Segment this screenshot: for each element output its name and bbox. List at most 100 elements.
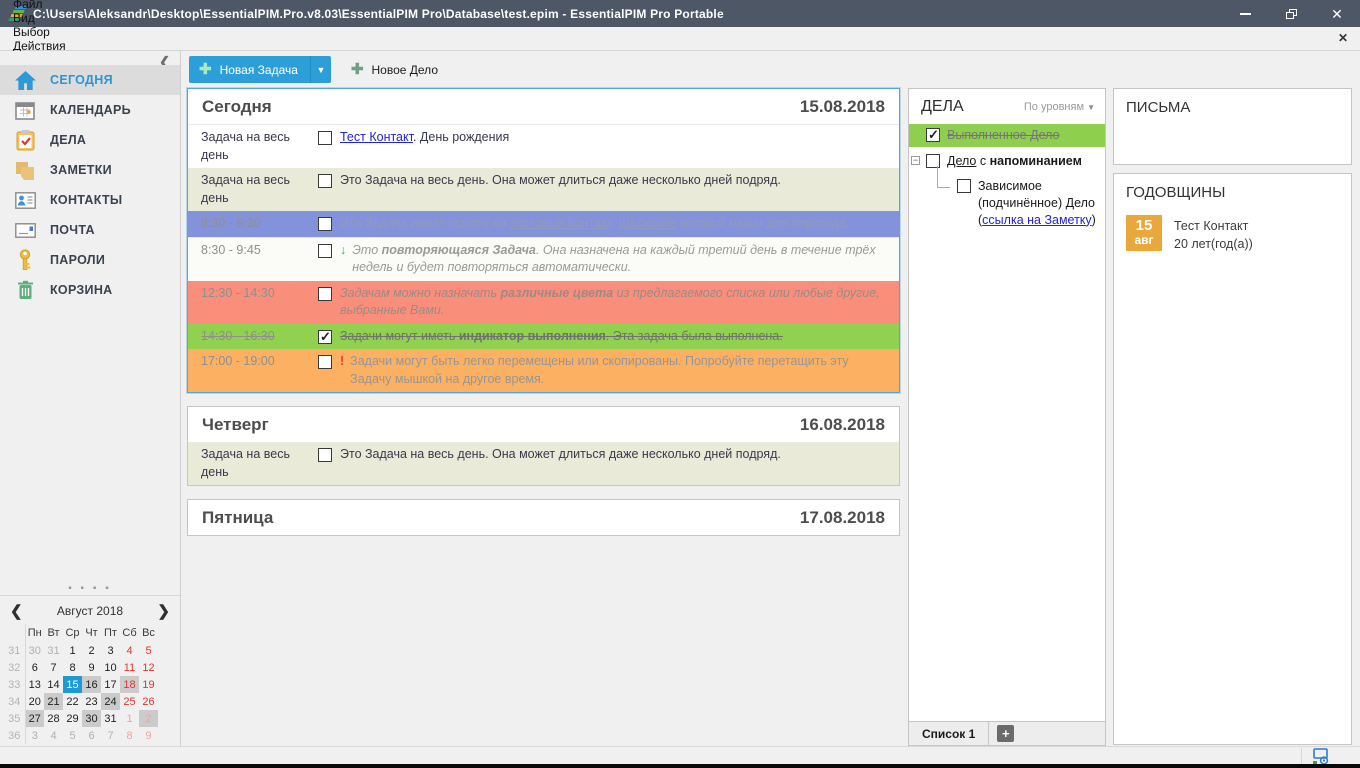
task-row[interactable]: 14:30 - 16:30Задачи могут иметь индикато… xyxy=(188,324,899,350)
sidebar-item-notes[interactable]: ЗАМЕТКИ xyxy=(0,155,180,185)
sync-status-icon[interactable] xyxy=(1301,748,1338,764)
calendar-day-cell[interactable]: 9 xyxy=(139,727,158,744)
tree-collapse-icon[interactable]: − xyxy=(911,156,920,165)
todo-item[interactable]: Выполненное Дело xyxy=(909,124,1105,147)
todo-row-child[interactable]: Зависимое (подчинённое) Дело (ссылка на … xyxy=(909,172,1105,231)
calendar-day-cell[interactable]: 29 xyxy=(63,710,82,727)
task-row[interactable]: 12:30 - 14:30Задачам можно назначать раз… xyxy=(188,281,899,324)
minimize-button[interactable] xyxy=(1222,0,1268,27)
calendar-day-cell[interactable]: 13 xyxy=(25,676,44,693)
calendar-day-cell[interactable]: 15 xyxy=(63,676,82,693)
task-row[interactable]: Задача на весь деньТест Контакт. День ро… xyxy=(188,124,899,168)
task-checkbox[interactable] xyxy=(318,174,332,188)
close-button[interactable]: ✕ xyxy=(1314,0,1360,27)
todo-checkbox[interactable] xyxy=(957,179,971,193)
calendar-next-icon[interactable]: ❯ xyxy=(157,604,170,619)
calendar-day-cell[interactable]: 10 xyxy=(101,659,120,676)
link[interactable]: Тест Контакт xyxy=(340,130,413,144)
task-checkbox[interactable] xyxy=(318,355,332,369)
splitter-handle[interactable]: ▪ ▪ ▪ ▪ xyxy=(0,585,180,595)
calendar-day-cell[interactable]: 22 xyxy=(63,693,82,710)
task-checkbox[interactable] xyxy=(318,330,332,344)
calendar-day-cell[interactable]: 28 xyxy=(44,710,63,727)
day-panel-header: Сегодня15.08.2018 xyxy=(188,89,899,124)
calendar-day-cell[interactable]: 25 xyxy=(120,693,139,710)
calendar-day-cell[interactable]: 1 xyxy=(63,642,82,659)
calendar-day-cell[interactable]: 30 xyxy=(25,642,44,659)
calendar-day-cell[interactable]: 31 xyxy=(44,642,63,659)
link[interactable]: ссылка на Заметку xyxy=(982,213,1092,227)
task-checkbox[interactable] xyxy=(318,448,332,462)
calendar-day-cell[interactable]: 18 xyxy=(120,676,139,693)
menu-Выбор[interactable]: Выбор xyxy=(4,25,75,39)
calendar-day-cell[interactable]: 11 xyxy=(120,659,139,676)
calendar-day-cell[interactable]: 23 xyxy=(82,693,101,710)
calendar-day-cell[interactable]: 4 xyxy=(120,642,139,659)
calendar-day-cell[interactable]: 16 xyxy=(82,676,101,693)
calendar-day-cell[interactable]: 26 xyxy=(139,693,158,710)
todo-checkbox[interactable] xyxy=(926,128,940,142)
calendar-day-cell[interactable]: 8 xyxy=(120,727,139,744)
sidebar-item-label: ДЕЛА xyxy=(50,133,86,147)
calendar-day-cell[interactable]: 24 xyxy=(101,693,120,710)
menu-Вид[interactable]: Вид xyxy=(4,11,75,25)
menu-Файл[interactable]: Файл xyxy=(4,0,75,11)
todo-item[interactable]: Зависимое (подчинённое) Дело (ссылка на … xyxy=(909,172,1105,231)
calendar-prev-icon[interactable]: ❮ xyxy=(10,604,23,619)
new-task-button[interactable]: ✚ Новая Задача ▼ xyxy=(189,56,331,83)
task-row[interactable]: 8:30 - 9:45↓Это повторяющаяся Задача. Он… xyxy=(188,237,899,281)
calendar-day-cell[interactable]: 9 xyxy=(82,659,101,676)
calendar-day-cell[interactable]: 1 xyxy=(120,710,139,727)
calendar-day-cell[interactable]: 7 xyxy=(101,727,120,744)
sidebar-item-contacts[interactable]: КОНТАКТЫ xyxy=(0,185,180,215)
calendar-day-cell[interactable]: 21 xyxy=(44,693,63,710)
calendar-day-cell[interactable]: 5 xyxy=(63,727,82,744)
sidebar-item-tasks[interactable]: ДЕЛА xyxy=(0,125,180,155)
calendar-day-cell[interactable]: 7 xyxy=(44,659,63,676)
task-row[interactable]: Задача на весь деньЭто Задача на весь де… xyxy=(188,442,899,485)
calendar-day-cell[interactable]: 6 xyxy=(82,727,101,744)
menubar-close-icon[interactable]: ✕ xyxy=(1338,31,1348,45)
window-title: C:\Users\Aleksandr\Desktop\EssentialPIM.… xyxy=(33,7,1222,21)
sidebar-item-calendar[interactable]: КАЛЕНДАРЬ xyxy=(0,95,180,125)
calendar-day-cell[interactable]: 31 xyxy=(101,710,120,727)
calendar-day-cell[interactable]: 30 xyxy=(82,710,101,727)
calendar-day-cell[interactable]: 5 xyxy=(139,642,158,659)
calendar-day-cell[interactable]: 17 xyxy=(101,676,120,693)
sidebar-item-mail[interactable]: ПОЧТА xyxy=(0,215,180,245)
tab-list-1[interactable]: Список 1 xyxy=(909,722,989,745)
todos-sort-dropdown[interactable]: По уровням ▼ xyxy=(1024,101,1095,113)
sidebar-item-home[interactable]: СЕГОДНЯ xyxy=(0,65,180,95)
sidebar-item-trash[interactable]: КОРЗИНА xyxy=(0,275,180,305)
new-task-dropdown-icon[interactable]: ▼ xyxy=(310,56,331,83)
task-checkbox[interactable] xyxy=(318,244,332,258)
add-list-button[interactable]: + xyxy=(997,725,1014,742)
calendar-day-cell[interactable]: 3 xyxy=(101,642,120,659)
calendar-day-cell[interactable]: 6 xyxy=(25,659,44,676)
calendar-day-cell[interactable]: 8 xyxy=(63,659,82,676)
task-checkbox[interactable] xyxy=(318,131,332,145)
task-checkbox[interactable] xyxy=(318,217,332,231)
link[interactable]: Щёлкните xyxy=(618,216,676,230)
todo-row-completed[interactable]: Выполненное Дело xyxy=(909,124,1105,147)
text-segment: индикатор выполнения xyxy=(459,329,606,343)
link[interactable]: тестовый Контакт xyxy=(510,216,611,230)
task-checkbox[interactable] xyxy=(318,287,332,301)
calendar-day-cell[interactable]: 20 xyxy=(25,693,44,710)
new-todo-button[interactable]: ✚ Новое Дело xyxy=(351,62,438,77)
task-row[interactable]: Задача на весь деньЭто Задача на весь де… xyxy=(188,168,899,211)
task-time: 8:30 - 9:30 xyxy=(188,215,318,233)
calendar-day-cell[interactable]: 14 xyxy=(44,676,63,693)
calendar-day-cell[interactable]: 4 xyxy=(44,727,63,744)
calendar-day-cell[interactable]: 3 xyxy=(25,727,44,744)
calendar-day-cell[interactable]: 27 xyxy=(25,710,44,727)
task-row[interactable]: 8:30 - 9:30Эта Задача имеет ссылку на те… xyxy=(188,211,899,237)
calendar-day-cell[interactable]: 12 xyxy=(139,659,158,676)
calendar-day-cell[interactable]: 2 xyxy=(139,710,158,727)
restore-button[interactable] xyxy=(1268,0,1314,27)
anniversary-item[interactable]: 15авгТест Контакт20 лет(год(а)) xyxy=(1126,215,1339,253)
task-row[interactable]: 17:00 - 19:00!Задачи могут быть легко пе… xyxy=(188,349,899,392)
calendar-day-cell[interactable]: 19 xyxy=(139,676,158,693)
calendar-day-cell[interactable]: 2 xyxy=(82,642,101,659)
sidebar-item-key[interactable]: ПАРОЛИ xyxy=(0,245,180,275)
